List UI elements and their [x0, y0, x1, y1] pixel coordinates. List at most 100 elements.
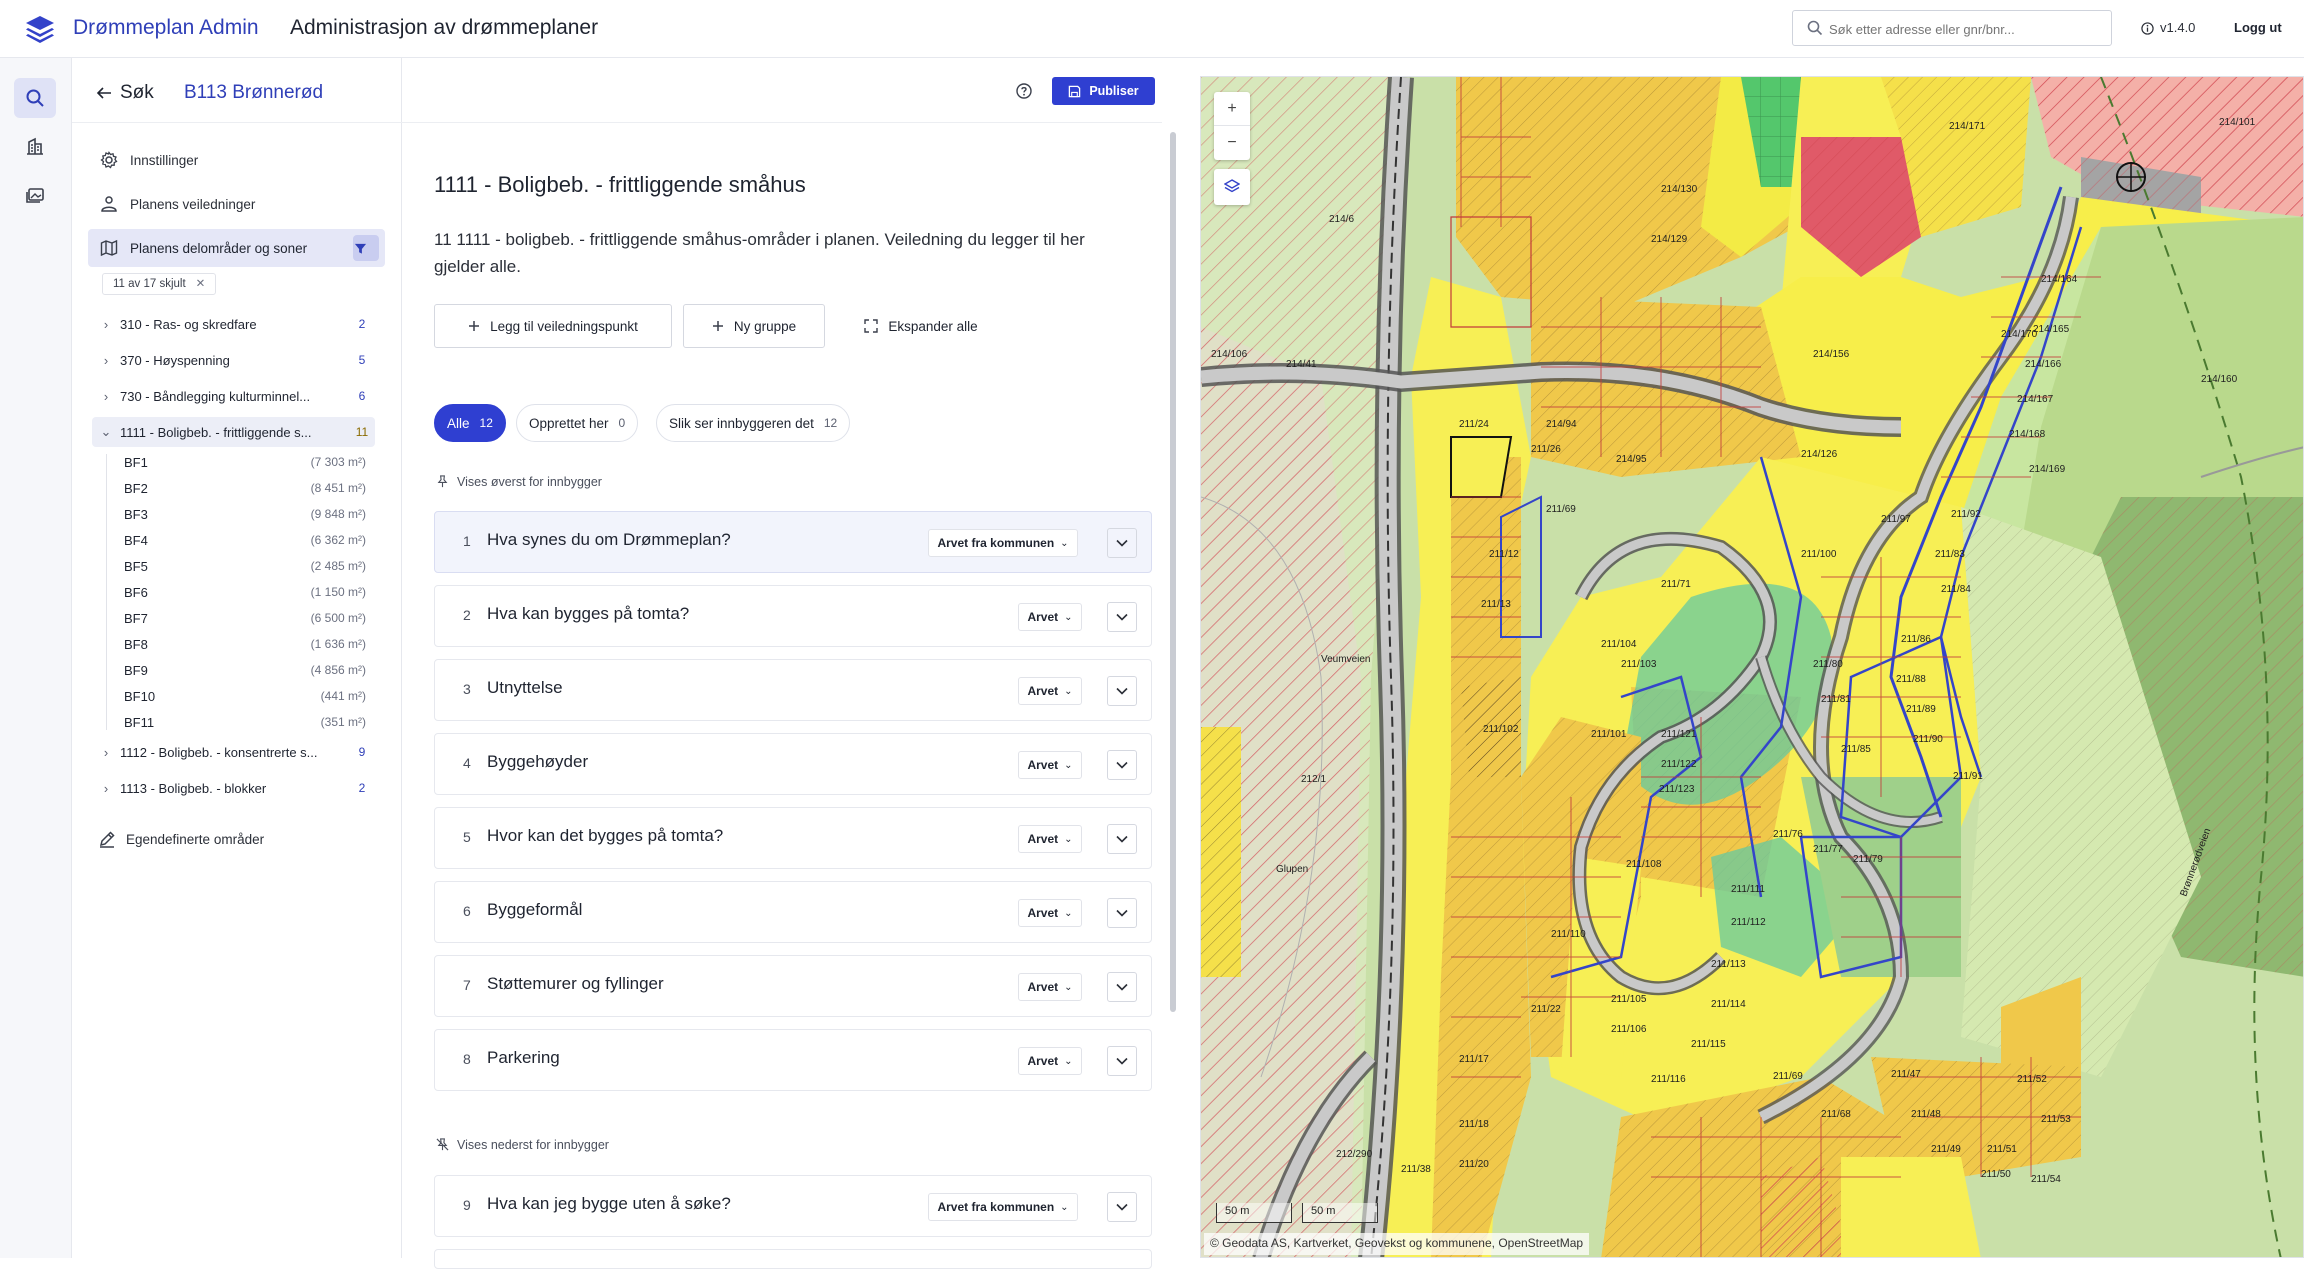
guidance-card[interactable]: 4 Byggehøyder Arvet ⌄ — [434, 733, 1152, 795]
card-number: 6 — [463, 903, 471, 919]
add-guidance-button[interactable]: Legg til veiledningspunkt — [434, 304, 672, 348]
expand-card-button[interactable] — [1107, 1046, 1137, 1076]
logout-button[interactable]: Logg ut — [2234, 20, 2282, 35]
subarea-item[interactable]: BF2 (8 451 m²) — [124, 475, 366, 501]
guidance-card[interactable]: 8 Parkering Arvet ⌄ — [434, 1029, 1152, 1091]
guidance-card-partial[interactable] — [434, 1249, 1152, 1269]
custom-areas-link[interactable]: Egendefinerte områder — [98, 830, 264, 848]
back-button[interactable]: Søk — [96, 82, 154, 104]
inherited-tag[interactable]: Arvet ⌄ — [1018, 1047, 1082, 1075]
guidance-card[interactable]: 6 Byggeformål Arvet ⌄ — [434, 881, 1152, 943]
expand-card-button[interactable] — [1107, 676, 1137, 706]
rail-search-button[interactable] — [14, 78, 56, 118]
expand-card-button[interactable] — [1107, 898, 1137, 928]
chevron-down-icon[interactable]: ⌄ — [92, 424, 120, 440]
inherited-tag[interactable]: Arvet ⌄ — [1018, 751, 1082, 779]
rail-buildings-button[interactable] — [14, 126, 56, 166]
parcel-label: 214/164 — [2041, 274, 2078, 285]
tree-item-370[interactable]: › 370 - Høyspenning 5 — [92, 345, 375, 375]
app-name[interactable]: Drømmeplan Admin — [73, 16, 259, 40]
publish-button[interactable]: Publiser — [1052, 77, 1155, 105]
subarea-item[interactable]: BF1 (7 303 m²) — [124, 449, 366, 475]
filter-created-here-pill[interactable]: Opprettet her 0 — [516, 404, 639, 442]
parcel-label: 211/90 — [1913, 734, 1943, 745]
plan-name[interactable]: B113 Brønnerød — [184, 82, 323, 104]
tree-item-label: 1111 - Boligbeb. - frittliggende s... — [120, 424, 312, 440]
address-search[interactable] — [1792, 10, 2112, 46]
subarea-name: BF10 — [124, 688, 156, 704]
tree-item-1112[interactable]: › 1112 - Boligbeb. - konsentrerte s... 9 — [92, 737, 375, 767]
parcel-label: 211/38 — [1401, 1164, 1431, 1175]
sidebar-item-subareas[interactable]: Planens delområder og soner — [88, 229, 385, 267]
chevron-right-icon[interactable]: › — [92, 781, 120, 796]
tag-label: Arvet — [1027, 1054, 1059, 1068]
inherited-tag[interactable]: Arvet ⌄ — [1018, 973, 1082, 1001]
map-view[interactable]: 214/6 214/41 214/106 211/24 211/26 214/9… — [1200, 76, 2304, 1258]
new-group-button[interactable]: Ny gruppe — [683, 304, 825, 348]
parcel-label: 214/167 — [2017, 394, 2054, 405]
subarea-item[interactable]: BF10 (441 m²) — [124, 683, 366, 709]
parcel-label: 211/108 — [1626, 859, 1662, 870]
chevron-right-icon[interactable]: › — [92, 745, 120, 760]
chevron-right-icon[interactable]: › — [92, 317, 120, 332]
expand-all-button[interactable]: Ekspander alle — [852, 304, 990, 348]
subarea-item[interactable]: BF5 (2 485 m²) — [124, 553, 366, 579]
inherited-tag[interactable]: Arvet ⌄ — [1018, 677, 1082, 705]
content-scrollbar[interactable] — [1170, 132, 1176, 1012]
zoning-map[interactable]: 214/6 214/41 214/106 211/24 211/26 214/9… — [1201, 77, 2304, 1258]
subarea-item[interactable]: BF6 (1 150 m²) — [124, 579, 366, 605]
sidebar-item-guidance[interactable]: Planens veiledninger — [88, 185, 385, 223]
chevron-right-icon[interactable]: › — [92, 353, 120, 368]
tree-item-730[interactable]: › 730 - Båndlegging kulturminnel... 6 — [92, 381, 375, 411]
zoom-out-button[interactable]: − — [1214, 126, 1250, 160]
search-input[interactable] — [1829, 17, 2099, 41]
filter-button[interactable] — [353, 235, 379, 261]
help-icon[interactable] — [1016, 83, 1032, 99]
inherited-tag[interactable]: Arvet ⌄ — [1018, 603, 1082, 631]
subarea-item[interactable]: BF11 (351 m²) — [124, 709, 366, 735]
inherited-tag[interactable]: Arvet fra kommunen ⌄ — [928, 529, 1078, 557]
expand-card-button[interactable] — [1107, 824, 1137, 854]
subarea-item[interactable]: BF3 (9 848 m²) — [124, 501, 366, 527]
parcel-label: 211/116 — [1651, 1074, 1686, 1085]
inherited-tag[interactable]: Arvet ⌄ — [1018, 899, 1082, 927]
parcel-label: 211/83 — [1935, 549, 1965, 560]
filter-citizen-view-pill[interactable]: Slik ser innbyggeren det 12 — [656, 404, 851, 442]
tree-item-1111[interactable]: ⌄ 1111 - Boligbeb. - frittliggende s... 11 — [92, 417, 375, 447]
version-label[interactable]: v1.4.0 — [2141, 20, 2195, 35]
place-label: Glupen — [1276, 864, 1308, 875]
subarea-item[interactable]: BF7 (6 500 m²) — [124, 605, 366, 631]
zoom-in-button[interactable]: + — [1214, 92, 1250, 126]
filter-all-pill[interactable]: Alle 12 — [434, 404, 506, 442]
expand-card-button[interactable] — [1107, 602, 1137, 632]
subarea-item[interactable]: BF8 (1 636 m²) — [124, 631, 366, 657]
guidance-card[interactable]: 1 Hva synes du om Drømmeplan? Arvet fra ko… — [434, 511, 1152, 573]
count-badge: 2 — [358, 781, 366, 795]
rail-gallery-button[interactable] — [14, 174, 56, 214]
hidden-filter-chip[interactable]: 11 av 17 skjult ✕ — [102, 273, 217, 295]
subarea-item[interactable]: BF4 (6 362 m²) — [124, 527, 366, 553]
expand-card-button[interactable] — [1107, 528, 1137, 558]
layers-button[interactable] — [1214, 169, 1250, 205]
guidance-card[interactable]: 2 Hva kan bygges på tomta? Arvet ⌄ — [434, 585, 1152, 647]
guidance-card[interactable]: 9 Hva kan jeg bygge uten å søke? Arvet fra… — [434, 1175, 1152, 1237]
subarea-area: (1 636 m²) — [310, 637, 366, 651]
tree-item-310[interactable]: › 310 - Ras- og skredfare 2 — [92, 309, 375, 339]
guidance-card[interactable]: 5 Hvor kan det bygges på tomta? Arvet ⌄ — [434, 807, 1152, 869]
chevron-down-icon: ⌄ — [1060, 1201, 1069, 1213]
inherited-tag[interactable]: Arvet fra kommunen ⌄ — [928, 1193, 1078, 1221]
guidance-card[interactable]: 3 Utnyttelse Arvet ⌄ — [434, 659, 1152, 721]
chevron-down-icon — [1116, 983, 1128, 991]
chevron-right-icon[interactable]: › — [92, 389, 120, 404]
subarea-item[interactable]: BF9 (4 856 m²) — [124, 657, 366, 683]
search-icon — [1807, 20, 1823, 36]
close-icon[interactable]: ✕ — [196, 278, 206, 290]
inherited-tag[interactable]: Arvet ⌄ — [1018, 825, 1082, 853]
sidebar-item-settings[interactable]: Innstillinger — [88, 141, 385, 179]
pin-off-icon — [436, 1138, 449, 1151]
expand-card-button[interactable] — [1107, 1192, 1137, 1222]
guidance-card[interactable]: 7 Støttemurer og fyllinger Arvet ⌄ — [434, 955, 1152, 1017]
expand-card-button[interactable] — [1107, 750, 1137, 780]
expand-card-button[interactable] — [1107, 972, 1137, 1002]
tree-item-1113[interactable]: › 1113 - Boligbeb. - blokker 2 — [92, 773, 375, 803]
